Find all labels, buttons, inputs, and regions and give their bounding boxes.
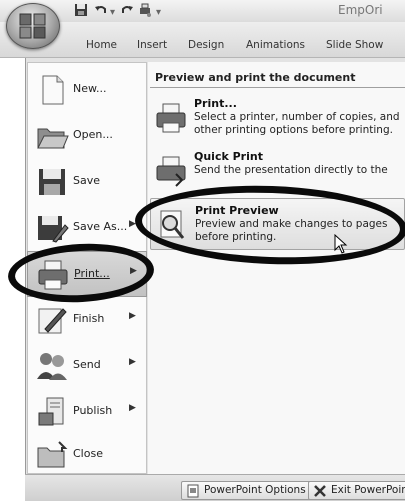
- menu-item-label: Save: [73, 174, 101, 187]
- title-bar: ▾ ▾ EmpOri: [0, 0, 405, 22]
- submenu-arrow-icon: ▶: [129, 357, 136, 367]
- undo-dropdown-icon[interactable]: ▾: [110, 7, 115, 18]
- publish-server-icon: [38, 397, 64, 426]
- options-page-icon: [187, 484, 199, 498]
- folder-open-icon: [37, 128, 69, 149]
- tab-design[interactable]: Design: [188, 39, 224, 51]
- submenu-item-title: Print...: [194, 97, 237, 110]
- menu-item-label: Save As...: [73, 220, 128, 233]
- finish-pen-icon: [38, 308, 67, 334]
- exit-powerpoint-button[interactable]: Exit PowerPoint: [308, 481, 405, 500]
- powerpoint-options-button[interactable]: PowerPoint Options: [181, 481, 312, 500]
- menu-item-label: Publish: [73, 404, 113, 417]
- close-folder-icon: [37, 441, 68, 468]
- tab-home[interactable]: Home: [86, 39, 117, 51]
- tab-insert[interactable]: Insert: [137, 39, 167, 51]
- submenu-header: Preview and print the document: [150, 68, 405, 88]
- submenu-item-description: Send the presentation directly to the: [194, 164, 388, 176]
- office-logo-icon: [19, 13, 46, 39]
- quick-print-icon: [156, 156, 186, 187]
- tab-animations[interactable]: Animations: [246, 39, 305, 51]
- exit-label: Exit PowerPoint: [331, 484, 405, 496]
- submenu-arrow-icon: ▶: [129, 403, 136, 413]
- new-document-icon: [42, 75, 64, 105]
- menu-item-send[interactable]: Send ▶: [27, 343, 147, 389]
- submenu-item-title: Quick Print: [194, 150, 263, 163]
- ribbon-tab-row: Home Insert Design Animations Slide Show: [0, 22, 405, 58]
- options-label: PowerPoint Options: [204, 484, 306, 496]
- submenu-arrow-icon: ▶: [129, 311, 136, 321]
- menu-item-label: Finish: [73, 312, 105, 325]
- menu-item-new[interactable]: New...: [27, 67, 147, 113]
- menu-item-close[interactable]: Close: [27, 432, 147, 478]
- quick-print-icon[interactable]: [138, 3, 152, 17]
- menu-item-label: Send: [73, 358, 101, 371]
- send-people-icon: [37, 353, 67, 380]
- menu-item-publish[interactable]: Publish ▶: [27, 389, 147, 435]
- redo-icon[interactable]: [120, 3, 134, 17]
- save-as-icon: [38, 216, 69, 243]
- menu-item-save[interactable]: Save: [27, 159, 147, 205]
- menu-item-open[interactable]: Open...: [27, 113, 147, 159]
- save-icon[interactable]: [74, 3, 88, 17]
- submenu-item-quick-print[interactable]: Quick Print Send the presentation direct…: [150, 150, 405, 187]
- submenu-item-description: Select a printer, number of copies, and …: [194, 111, 400, 136]
- menu-item-label: Close: [73, 447, 103, 460]
- undo-icon[interactable]: [94, 3, 108, 17]
- save-disk-icon: [39, 169, 65, 195]
- customize-qat-icon[interactable]: ▾: [156, 7, 161, 18]
- menu-item-label: New...: [73, 82, 107, 95]
- window-title: EmpOri: [338, 3, 383, 17]
- submenu-item-print[interactable]: Print... Select a printer, number of cop…: [150, 97, 405, 143]
- exit-x-icon: [314, 485, 326, 497]
- mouse-cursor-icon: [334, 234, 348, 254]
- menu-item-label: Open...: [73, 128, 113, 141]
- printer-icon: [156, 103, 186, 133]
- office-button[interactable]: [6, 3, 60, 49]
- tab-slide-show[interactable]: Slide Show: [326, 39, 383, 51]
- menu-item-finish[interactable]: Finish ▶: [27, 297, 147, 343]
